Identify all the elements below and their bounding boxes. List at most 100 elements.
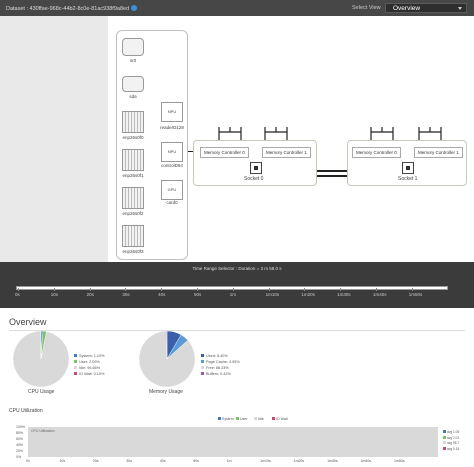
device-label: card0 [166, 200, 178, 205]
device-label: controlD64 [161, 163, 183, 168]
legend-label: avg 0.15 [447, 446, 460, 451]
y-tick-label: 0% [16, 455, 22, 459]
timeline-tick-label: 0s [15, 292, 20, 297]
legend-label: Used: 8.40% [206, 354, 228, 358]
time-range-selector: Time Range Selector : Duration = 3 m 58.… [0, 262, 474, 308]
nic-icon [122, 187, 144, 209]
legend-swatch [74, 354, 77, 357]
legend-swatch [443, 435, 446, 439]
timeline-tick-mark [161, 288, 163, 291]
timeline-tick-label: 1m [229, 292, 237, 297]
dataset-label: Dataset : 430ffae-968c-44b2-8c0e-81ac938… [6, 5, 138, 12]
y-tick-label: 40% [16, 443, 24, 447]
view-select[interactable]: Overview [385, 3, 467, 13]
legend-swatch [443, 430, 446, 433]
legend-swatch [74, 372, 77, 375]
y-tick-label: 20% [16, 449, 24, 453]
device-label: readerD128 [160, 125, 184, 130]
legend-swatch [236, 417, 239, 420]
device-label: sda [129, 94, 137, 99]
cpu-usage-pie[interactable] [12, 330, 70, 388]
cpu-usage-label: CPU Usage [28, 389, 55, 395]
timeline-tick-mark [18, 288, 19, 291]
device-enp26s0f1[interactable]: enp26s0f1 [119, 149, 147, 178]
legend-swatch [443, 441, 446, 444]
overview-section: Overview System: 1.10% User: 2.09% Idle: 9… [0, 308, 474, 467]
x-tick-label: 1m10s [260, 459, 271, 463]
timeline-tick-mark [268, 288, 270, 291]
legend-swatch [218, 417, 221, 420]
series-legend-item[interactable]: Idle [254, 417, 264, 421]
x-tick-label: 10s [59, 459, 66, 463]
legend-label: avg 2.01 [447, 435, 460, 440]
chip-type-text: NPU [167, 149, 177, 154]
socket-1[interactable]: Memory Controller 0 Memory Controller 1 … [347, 140, 467, 186]
series-legend-item[interactable]: IO Wait [272, 417, 288, 421]
cpu-utilization-plot[interactable]: CPU Utilization [28, 427, 438, 457]
device-label: enp26s0f1 [122, 173, 144, 178]
memory-controller-1[interactable]: Memory Controller 1 [262, 147, 311, 158]
plot-note: CPU Utilization [31, 429, 55, 433]
legend-label: avg 1.05 [447, 430, 460, 434]
timeline-tick-label: 1m50s [408, 292, 423, 297]
series-legend-item[interactable]: User [236, 417, 247, 421]
device-controlD64[interactable]: NPU [161, 142, 183, 162]
x-tick-label: 1m [226, 459, 232, 463]
device-readerD128[interactable]: NPU [161, 102, 183, 122]
legend-swatch [201, 360, 204, 363]
legend-swatch [201, 366, 204, 369]
chip-type-text: GPU [167, 187, 177, 192]
device-enp26s0f3[interactable]: enp26s0f3 [119, 225, 147, 254]
view-select-value: Overview [393, 5, 421, 12]
x-tick-label: 50s [193, 459, 199, 463]
timeline-tick-mark [89, 288, 91, 291]
nic-icon [122, 225, 144, 247]
timeline-tick-mark [411, 288, 413, 291]
timeline-tick-label: 10s [50, 292, 59, 297]
socket-label: Socket 0 [244, 176, 264, 182]
x-tick-label: 1m50s [394, 459, 405, 463]
y-tick-label: 80% [16, 431, 24, 435]
disk-icon [122, 76, 144, 92]
nic-icon [122, 111, 144, 133]
legend-label: IO Wait [276, 417, 288, 421]
device-sr0[interactable]: sr0 [121, 38, 145, 63]
memory-controller-1[interactable]: Memory Controller 1 [414, 147, 463, 158]
chip-type-text: NPU [167, 109, 177, 114]
device-label: enp26s0f0 [122, 135, 144, 140]
memory-usage-label: Memory Usage [149, 389, 183, 395]
timeline-tick-label: 1m40s [372, 292, 387, 297]
legend-item: IO Wait: 0.15% [74, 371, 105, 377]
nic-icon [122, 149, 144, 171]
legend-label: Idle: 96.66% [79, 366, 101, 370]
series-legend-item[interactable]: System [218, 417, 234, 421]
device-sda[interactable]: sda [121, 76, 145, 99]
timeline-tick-mark [375, 288, 377, 291]
legend-label: IO Wait: 0.15% [79, 372, 105, 376]
memory-controller-0[interactable]: Memory Controller 0 [200, 147, 249, 158]
timeline-tick-label: 20s [86, 292, 94, 297]
memory-controller-0[interactable]: Memory Controller 0 [352, 147, 401, 158]
device-card0[interactable]: GPU [161, 180, 183, 200]
legend-swatch [443, 446, 446, 450]
legend-label: avg 96.7 [447, 441, 460, 445]
legend-swatch [201, 354, 204, 357]
y-tick-label: 100% [16, 425, 25, 429]
x-tick-label: 30s [126, 459, 133, 463]
socket-0[interactable]: Memory Controller 0 Memory Controller 1 … [193, 140, 317, 186]
select-view-label: Select View [352, 5, 381, 11]
legend-label: Free: 86.23% [206, 366, 229, 370]
device-enp26s0f0[interactable]: enp26s0f0 [119, 111, 147, 140]
legend-swatch [254, 417, 257, 420]
memory-usage-legend: Used: 8.40% Page Cache: 4.95% Free: 86.23%… [201, 353, 240, 377]
info-icon[interactable] [131, 5, 138, 11]
timeline-tick-label: 1m10s [265, 292, 280, 297]
overview-title: Overview [9, 317, 47, 327]
memory-usage-pie[interactable] [138, 330, 196, 388]
device-label: enp26s0f3 [122, 249, 144, 254]
legend-swatch [74, 366, 77, 369]
legend-item: avg 0.15 [443, 446, 460, 453]
device-enp26s0f2[interactable]: enp26s0f2 [119, 187, 147, 216]
legend-label: User: 2.09% [79, 360, 100, 364]
timeline-tick-mark [304, 288, 306, 291]
